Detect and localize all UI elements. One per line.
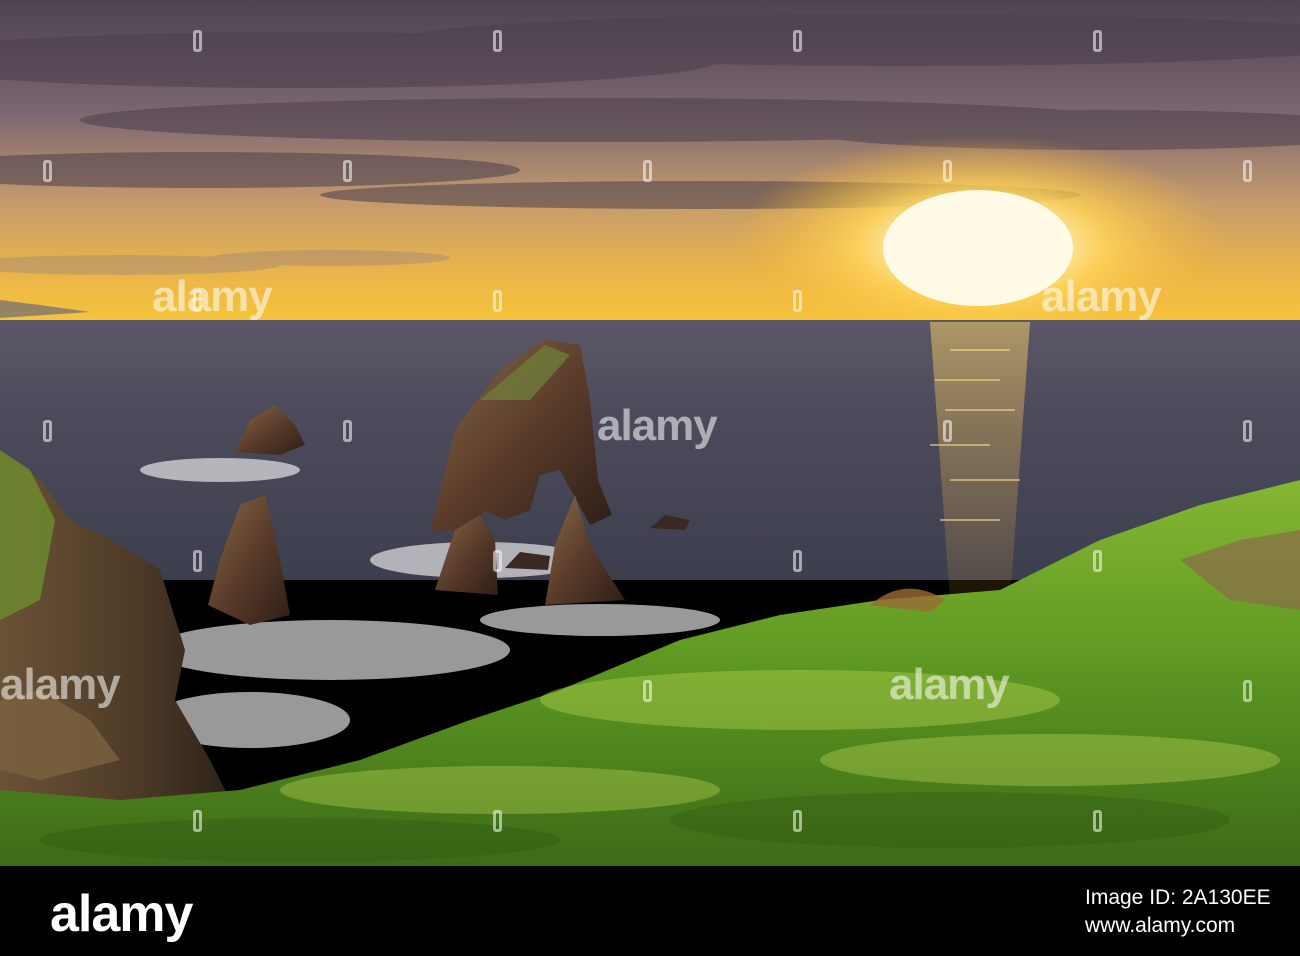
watermark-mark [1093,550,1102,572]
watermark-mark [493,290,502,312]
watermark-mark [1243,680,1252,702]
watermark-mark [1243,160,1252,182]
watermark: alamy [889,660,1010,709]
site-url: www.alamy.com [1085,914,1236,937]
watermark-mark [43,160,52,182]
watermark-mark [43,420,52,442]
watermark-mark [193,290,202,312]
watermark-mark [1093,30,1102,52]
watermark-mark [943,160,952,182]
watermark-mark [493,810,502,832]
watermark-mark [943,420,952,442]
watermark-mark [493,30,502,52]
watermark-mark [343,160,352,182]
watermark-mark [193,30,202,52]
watermark-mark [1093,810,1102,832]
watermark-mark [793,550,802,572]
watermark: alamy [1041,272,1162,321]
photo-area: alamy alamy alamy alamy alamy [0,0,1300,866]
watermark-mark [793,30,802,52]
watermark-mark [193,810,202,832]
watermark-mark [793,810,802,832]
watermark-mark [193,550,202,572]
watermark: alamy [152,272,273,321]
brand-logo: alamy [50,885,193,943]
watermark-mark [643,160,652,182]
watermark-mark [493,550,502,572]
footer-bar: alamy Image ID: 2A130EE www.alamy.com [0,866,1300,956]
watermark: alamy [597,401,718,450]
image-id-label: Image ID: 2A130EE [1085,886,1271,909]
watermark-mark [793,290,802,312]
watermark: alamy [0,660,121,709]
watermark-mark [343,420,352,442]
watermark-mark [1243,420,1252,442]
watermark-mark [643,680,652,702]
